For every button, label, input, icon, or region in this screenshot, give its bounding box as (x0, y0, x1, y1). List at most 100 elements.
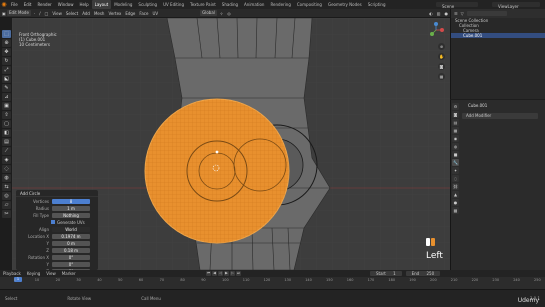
bevel-icon[interactable]: ◧ (2, 129, 11, 137)
poly-build-icon[interactable]: ◈ (2, 156, 11, 164)
texture-tab-icon[interactable]: ▩ (452, 207, 459, 214)
fill-type-field[interactable]: Nothing (52, 212, 90, 218)
scene-tab-icon[interactable]: ◉ (452, 135, 459, 142)
tab-texture-paint[interactable]: Texture Paint (187, 0, 219, 9)
start-frame-field[interactable]: Start 1 (370, 271, 402, 276)
render-tab-icon[interactable]: ◙ (452, 111, 459, 118)
view-layer-tab-icon[interactable]: ▦ (452, 127, 459, 134)
timeline-menu-playback[interactable]: Playback (0, 271, 24, 276)
data-tab-icon[interactable]: ▲ (452, 191, 459, 198)
menu-file[interactable]: File (8, 0, 21, 9)
knife-icon[interactable]: ⟋ (2, 147, 11, 155)
move-icon[interactable]: ✥ (2, 48, 11, 56)
navigation-gizmo-icon[interactable] (427, 21, 445, 39)
menu-select[interactable]: Select (64, 9, 80, 18)
menu-mesh[interactable]: Mesh (92, 9, 107, 18)
particles-tab-icon[interactable]: ✦ (452, 167, 459, 174)
annotate-icon[interactable]: ✎ (2, 84, 11, 92)
tab-uv-editing[interactable]: UV Editing (160, 0, 187, 9)
location-z-field[interactable]: 0.18 m (52, 247, 90, 253)
next-key-icon[interactable]: ▷ (230, 271, 235, 276)
scene-selector[interactable]: Scene (436, 2, 478, 9)
overlay-icon[interactable]: ◐ (427, 9, 435, 18)
outliner-search-input[interactable] (466, 11, 507, 16)
menu-uv[interactable]: UV (150, 9, 160, 18)
add-cube-icon[interactable]: ▣ (2, 102, 11, 110)
editor-type-icon[interactable]: ▣ (0, 9, 6, 18)
physics-tab-icon[interactable]: ◌ (452, 175, 459, 182)
outliner-item-cube[interactable]: Cube.001 (451, 33, 545, 38)
proportional-edit-icon[interactable]: ◎ (225, 9, 233, 18)
measure-icon[interactable]: ⊿ (2, 93, 11, 101)
smooth-icon[interactable]: ◍ (2, 174, 11, 182)
jump-end-icon[interactable]: ⏭ (236, 271, 241, 276)
color-toggle[interactable] (426, 238, 435, 246)
shading-solid-icon[interactable]: ● (443, 9, 451, 18)
transform-icon[interactable]: ⬕ (2, 75, 11, 83)
camera-icon[interactable]: ◙ (438, 63, 445, 70)
orientation-dropdown[interactable]: Global (200, 10, 217, 16)
menu-edge[interactable]: Edge (123, 9, 137, 18)
radius-field[interactable]: 1 m (52, 205, 90, 211)
rotation-x-field[interactable]: 0° (52, 254, 90, 260)
tab-animation[interactable]: Animation (241, 0, 267, 9)
shear-icon[interactable]: ▱ (2, 201, 11, 209)
align-dropdown[interactable]: World (52, 226, 90, 232)
pan-hand-icon[interactable]: ✋ (438, 53, 445, 60)
shrink-icon[interactable]: ◎ (2, 192, 11, 200)
constraints-tab-icon[interactable]: ⛓ (452, 183, 459, 190)
generate-uvs-checkbox[interactable] (51, 220, 55, 224)
outliner-filter-icon[interactable]: ▽ (461, 11, 464, 16)
select-box-icon[interactable]: ⬚ (2, 30, 11, 38)
vertices-field[interactable]: 8 (52, 198, 90, 204)
rotation-y-field[interactable]: 0° (52, 261, 90, 267)
world-tab-icon[interactable]: ◍ (452, 143, 459, 150)
extrude-icon[interactable]: ⇧ (2, 111, 11, 119)
menu-vertex[interactable]: Vertex (106, 9, 123, 18)
menu-view[interactable]: View (50, 9, 64, 18)
rip-icon[interactable]: ✂ (2, 210, 11, 218)
rotate-icon[interactable]: ↻ (2, 57, 11, 65)
operator-title[interactable]: Add Circle (16, 190, 98, 197)
spin-icon[interactable]: ◌ (2, 165, 11, 173)
view-layer-selector[interactable]: ViewLayer (492, 2, 540, 9)
outliner-type-icon[interactable]: ☰ (454, 11, 458, 16)
tool-tab-icon[interactable]: ⚙ (452, 103, 459, 110)
end-frame-field[interactable]: End 250 (405, 271, 441, 276)
inset-icon[interactable]: ▢ (2, 120, 11, 128)
scale-icon[interactable]: ⤢ (2, 66, 11, 74)
tab-compositing[interactable]: Compositing (294, 0, 325, 9)
add-modifier-button[interactable]: Add Modifier (462, 113, 538, 119)
select-mode-face-icon[interactable]: □ (43, 9, 51, 18)
play-icon[interactable]: ▶ (224, 271, 229, 276)
output-tab-icon[interactable]: ▤ (452, 119, 459, 126)
location-x-field[interactable]: 0.1974 m (52, 233, 90, 239)
location-y-field[interactable]: 0 m (52, 240, 90, 246)
rotation-x-row: Rotation X 0° (16, 254, 98, 260)
tab-scripting[interactable]: Scripting (365, 0, 389, 9)
play-reverse-icon[interactable]: ◁ (218, 271, 223, 276)
tab-rendering[interactable]: Rendering (267, 0, 293, 9)
loop-cut-icon[interactable]: ▤ (2, 138, 11, 146)
timeline-menu-marker[interactable]: Marker (59, 271, 79, 276)
timeline-menu-keying[interactable]: Keying (24, 271, 43, 276)
material-tab-icon[interactable]: ● (452, 199, 459, 206)
snap-icon[interactable]: ⊹ (218, 9, 225, 18)
edge-slide-icon[interactable]: ⇆ (2, 183, 11, 191)
prev-key-icon[interactable]: ◀ (212, 271, 217, 276)
object-tab-icon[interactable]: ■ (452, 151, 459, 158)
cursor-icon[interactable]: ⊕ (2, 39, 11, 47)
modifier-tab-icon[interactable]: 🔧 (452, 159, 459, 166)
jump-start-icon[interactable]: ⏮ (206, 271, 211, 276)
end-label: End (408, 271, 423, 276)
add-circle-panel[interactable]: Add Circle Vertices 8 Radius 1 m Fill Ty… (16, 190, 98, 274)
timeline-track[interactable]: 1 0 10 20 30 40 50 60 70 80 90 100 110 120 130 140 150 1… (0, 277, 545, 289)
menu-face[interactable]: Face (137, 9, 150, 18)
timeline-menu-view[interactable]: View (43, 271, 59, 276)
ortho-grid-icon[interactable]: ▦ (438, 73, 445, 80)
menu-add[interactable]: Add (80, 9, 92, 18)
tab-geometry-nodes[interactable]: Geometry Nodes (325, 0, 365, 9)
zoom-icon[interactable]: ⊕ (438, 43, 445, 50)
xray-icon[interactable]: ▥ (435, 9, 443, 18)
mode-dropdown[interactable]: Edit Mode (7, 10, 31, 16)
